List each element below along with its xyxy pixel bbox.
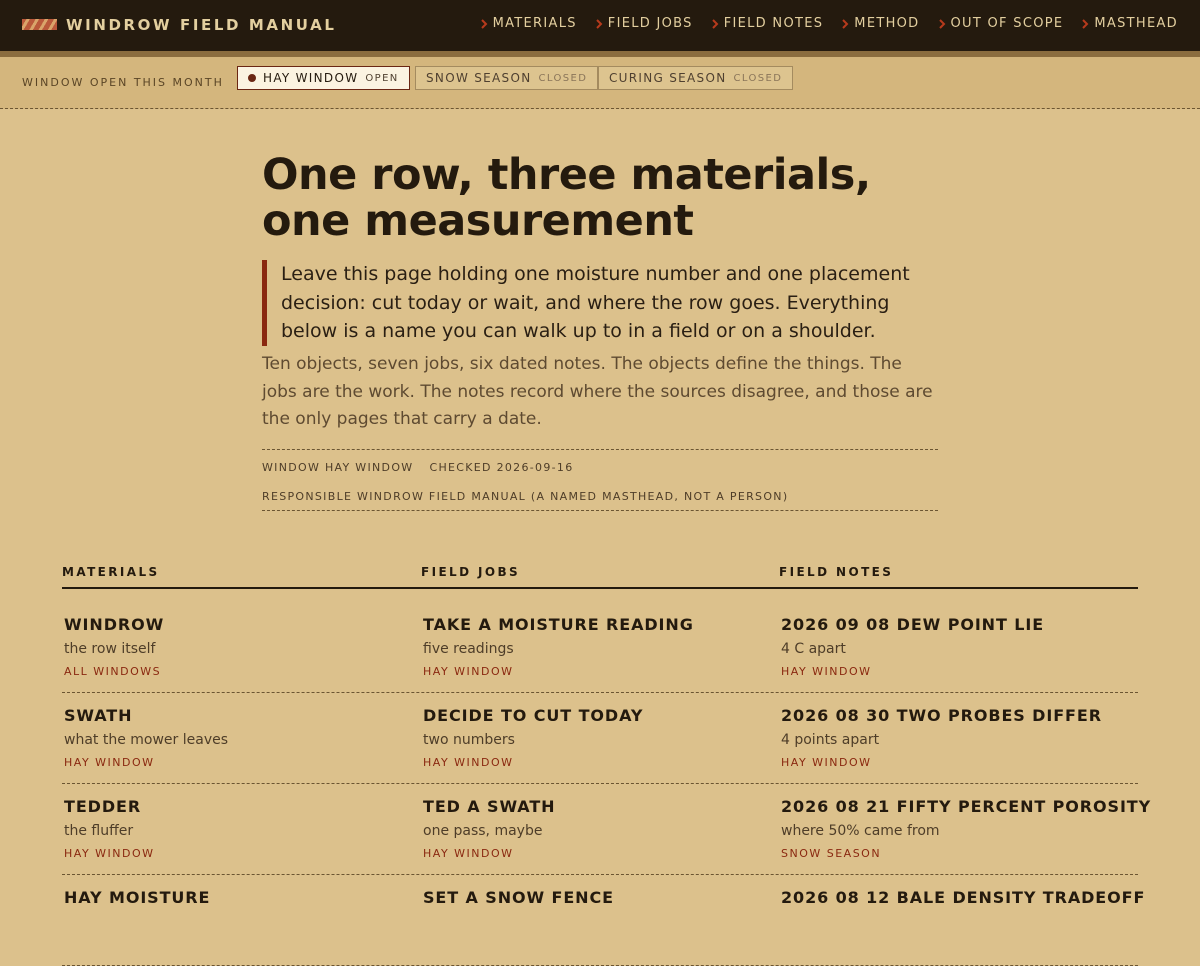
item-title: WINDROW [64, 615, 165, 634]
item-desc: the fluffer [64, 823, 134, 839]
nav-field-jobs[interactable]: FIELD JOBS [595, 16, 693, 31]
materials-header: MATERIALS [62, 565, 160, 579]
lede-quote: Leave this page holding one moisture num… [262, 260, 922, 346]
nav-label: FIELD NOTES [723, 16, 824, 31]
item-title: TEDDER [64, 797, 142, 816]
window-pill-state: OPEN [365, 72, 399, 84]
nav-label: MASTHEAD [1094, 16, 1178, 31]
item-title: DECIDE TO CUT TODAY [423, 706, 644, 725]
window-bar-label: WINDOW OPEN THIS MONTH [22, 76, 224, 89]
chevron-right-icon [842, 18, 849, 29]
item-title: TED A SWATH [423, 797, 556, 816]
window-bar: WINDOW OPEN THIS MONTH HAY WINDOW OPEN S… [0, 57, 1200, 109]
window-pill-name: SNOW SEASON [426, 71, 532, 85]
nav-materials[interactable]: MATERIALS [480, 16, 577, 31]
item-window: HAY WINDOW [64, 847, 155, 860]
table-row: SWATH what the mower leaves HAY WINDOW D… [62, 693, 1138, 784]
chevron-right-icon [712, 18, 719, 29]
page-meta: WINDOW HAY WINDOW CHECKED 2026-09-16 RES… [262, 449, 938, 511]
nav-label: FIELD JOBS [607, 16, 693, 31]
item-window: SNOW SEASON [781, 847, 882, 860]
item-window: ALL WINDOWS [64, 665, 162, 678]
meta-checked: CHECKED 2026-09-16 [429, 461, 574, 474]
item-window: HAY WINDOW [781, 665, 872, 678]
window-pill-name: HAY WINDOW [263, 71, 359, 85]
nav-label: METHOD [854, 16, 920, 31]
active-dot-icon [248, 74, 256, 82]
windrow-logo-icon [22, 19, 57, 30]
window-pill-state: CLOSED [733, 72, 783, 84]
chevron-right-icon [480, 18, 487, 29]
meta-window: WINDOW HAY WINDOW [262, 461, 414, 474]
nav-masthead[interactable]: MASTHEAD [1081, 16, 1178, 31]
item-title: TAKE A MOISTURE READING [423, 615, 694, 634]
table-row: TEDDER the fluffer HAY WINDOW TED A SWAT… [62, 784, 1150, 875]
main-nav: MATERIALS FIELD JOBS FIELD NOTES METHOD … [480, 16, 1178, 31]
table-row: HAY MOISTURE SET A SNOW FENCE 2026 08 12… [62, 875, 1144, 966]
top-bar: WINDROW FIELD MANUAL MATERIALS FIELD JOB… [0, 0, 1200, 51]
item-desc: 4 C apart [781, 641, 846, 657]
window-pill-state: CLOSED [538, 72, 588, 84]
window-pill-snow[interactable]: SNOW SEASON CLOSED [415, 66, 599, 90]
item-title: 2026 09 08 DEW POINT LIE [781, 615, 1045, 634]
item-window: HAY WINDOW [423, 847, 514, 860]
item-title: HAY MOISTURE [64, 888, 211, 907]
nav-out-of-scope[interactable]: OUT OF SCOPE [938, 16, 1064, 31]
chevron-right-icon [938, 18, 945, 29]
index-rows: WINDROW the row itself ALL WINDOWS TAKE … [62, 602, 1150, 966]
item-desc: 4 points apart [781, 732, 880, 748]
nav-label: MATERIALS [492, 16, 577, 31]
item-desc: one pass, maybe [423, 823, 543, 839]
nav-label: OUT OF SCOPE [950, 16, 1064, 31]
item-window: HAY WINDOW [64, 756, 155, 769]
column-headers: MATERIALS FIELD JOBS FIELD NOTES [62, 563, 1138, 589]
nav-field-notes[interactable]: FIELD NOTES [711, 16, 824, 31]
item-title: 2026 08 12 BALE DENSITY TRADEOFF [781, 888, 1146, 907]
window-pill-name: CURING SEASON [609, 71, 727, 85]
item-title: 2026 08 30 TWO PROBES DIFFER [781, 706, 1102, 725]
item-window: HAY WINDOW [423, 756, 514, 769]
item-title: SET A SNOW FENCE [423, 888, 614, 907]
item-desc: what the mower leaves [64, 732, 229, 748]
intro-paragraph: Ten objects, seven jobs, six dated notes… [262, 354, 933, 429]
meta-responsible: RESPONSIBLE WINDROW FIELD MANUAL (A NAME… [262, 490, 789, 503]
field-notes-header: FIELD NOTES [779, 565, 894, 579]
item-desc: the row itself [64, 641, 156, 657]
nav-method[interactable]: METHOD [841, 16, 919, 31]
field-jobs-header: FIELD JOBS [421, 565, 521, 579]
brand-title[interactable]: WINDROW FIELD MANUAL [66, 16, 336, 34]
page-title: One row, three materials, one measuremen… [262, 150, 871, 246]
chevron-right-icon [1082, 18, 1089, 29]
table-row: WINDROW the row itself ALL WINDOWS TAKE … [62, 602, 1138, 693]
item-title: SWATH [64, 706, 133, 725]
item-title: 2026 08 21 FIFTY PERCENT POROSITY [781, 797, 1152, 816]
item-window: HAY WINDOW [781, 756, 872, 769]
window-pill-curing[interactable]: CURING SEASON CLOSED [598, 66, 794, 90]
item-desc: where 50% came from [781, 823, 940, 839]
item-window: HAY WINDOW [423, 665, 514, 678]
chevron-right-icon [596, 18, 603, 29]
item-desc: two numbers [423, 732, 515, 748]
item-desc: five readings [423, 641, 514, 657]
window-pill-hay[interactable]: HAY WINDOW OPEN [237, 66, 410, 90]
